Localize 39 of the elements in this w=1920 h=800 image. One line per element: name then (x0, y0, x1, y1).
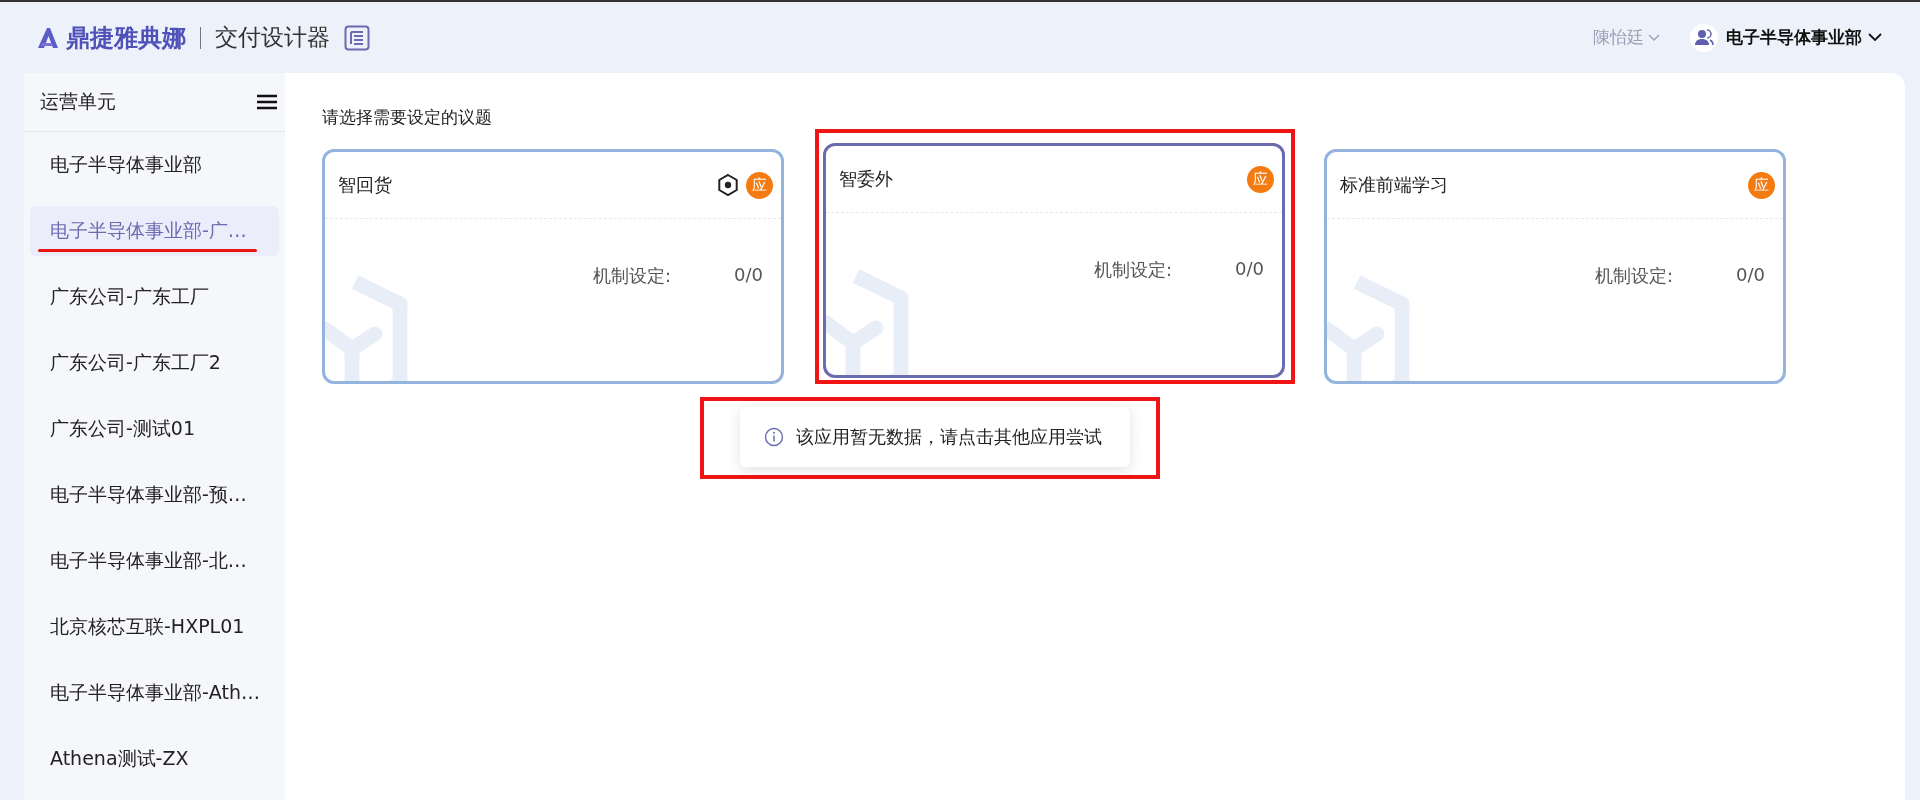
sidebar-item[interactable]: 电子半导体事业部-北… (30, 536, 279, 586)
info-icon (764, 427, 784, 447)
metric-value: 0/0 (1235, 258, 1264, 279)
sidebar-item[interactable]: 广东公司-广东工厂 (30, 272, 279, 322)
toast-text: 该应用暂无数据，请点击其他应用尝试 (796, 425, 1102, 449)
app-title: 交付设计器 (215, 23, 330, 52)
card-title: 智回货 (338, 173, 393, 197)
metric-label: 机制设定: (1594, 264, 1673, 288)
app-badge: 应 (1748, 171, 1775, 199)
logo-icon (36, 26, 60, 49)
org-selector[interactable]: 电子半导体事业部 (1726, 26, 1882, 49)
metric-label: 机制设定: (1093, 258, 1172, 282)
metric-value: 0/0 (734, 264, 763, 285)
app-card[interactable]: 智委外 应 机制设定: 0/0 (823, 143, 1285, 378)
metric-value: 0/0 (1736, 264, 1765, 285)
card-title: 标准前端学习 (1340, 173, 1449, 197)
card-title: 智委外 (839, 167, 894, 191)
sidebar-item[interactable]: 电子半导体事业部-预… (30, 470, 279, 520)
chevron-down-icon (1868, 33, 1882, 42)
outline-icon[interactable] (344, 24, 370, 51)
sidebar-item[interactable]: 电子半导体事业部-Ath… (30, 668, 279, 718)
sidebar-title: 运营单元 (40, 89, 116, 114)
app-card[interactable]: 标准前端学习 应 机制设定: 0/0 (1324, 149, 1786, 384)
sidebar-item[interactable]: 电子半导体事业部 (30, 140, 279, 190)
sidebar-item[interactable]: 电子半导体事业部-广… (30, 206, 279, 256)
menu-icon[interactable] (257, 94, 277, 110)
logo-text: 鼎捷雅典娜 (66, 22, 186, 54)
app-card[interactable]: 智回货 应 机制设定: 0/0 (322, 149, 784, 384)
app-badge: 应 (1247, 165, 1274, 193)
metric-label: 机制设定: (592, 264, 671, 288)
chevron-down-icon (1648, 33, 1660, 42)
sidebar-item[interactable]: 广东公司-广东工厂2 (30, 338, 279, 388)
user-group-icon (1690, 23, 1718, 52)
sidebar-item[interactable]: 北京核芯互联-HXPL01 (30, 602, 279, 652)
sidebar-item[interactable]: 广东公司-测试01 (30, 404, 279, 454)
prompt-text: 请选择需要设定的议题 (322, 106, 493, 129)
app-badge: 应 (746, 171, 773, 199)
hexagon-icon[interactable] (716, 173, 740, 197)
sidebar-item[interactable]: Athena测试-ZX (30, 734, 279, 784)
